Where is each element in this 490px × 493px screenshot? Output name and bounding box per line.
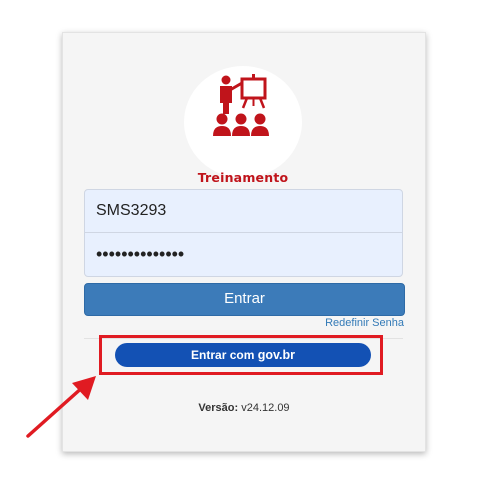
logo-text: Treinamento xyxy=(197,170,289,185)
highlight-box xyxy=(99,335,383,375)
password-input[interactable] xyxy=(85,233,402,276)
red-arrow-icon xyxy=(26,376,96,438)
entrar-button[interactable]: Entrar xyxy=(84,283,405,316)
credentials-group xyxy=(84,189,403,277)
version-info: Versão: v24.12.09 xyxy=(63,402,425,414)
reset-password-link[interactable]: Redefinir Senha xyxy=(325,317,404,329)
version-label: Versão: xyxy=(198,402,239,414)
login-card: Treinamento Entrar Redefinir Senha Entra… xyxy=(62,32,426,452)
username-input[interactable] xyxy=(85,190,402,233)
treinamento-logo: Treinamento xyxy=(184,66,302,185)
presenter-icon xyxy=(213,74,269,136)
version-value: v24.12.09 xyxy=(241,402,290,414)
